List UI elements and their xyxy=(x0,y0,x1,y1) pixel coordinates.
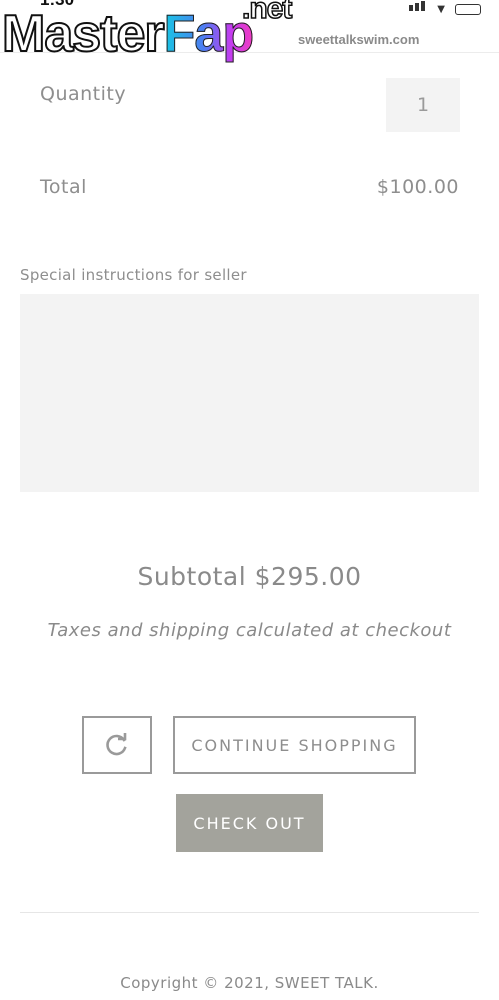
total-label: Total xyxy=(40,176,87,198)
tax-note: Taxes and shipping calculated at checkou… xyxy=(47,620,452,641)
copyright-text: Copyright © 2021, SWEET TALK. xyxy=(120,974,379,992)
wifi-icon: ▼ xyxy=(437,4,445,15)
url-text[interactable]: sweettalkswim.com xyxy=(298,32,419,47)
watermark-net: .net xyxy=(241,0,293,26)
watermark-text: MasterFap xyxy=(1,4,255,64)
watermark-logo: MasterFap .net xyxy=(0,0,300,80)
battery-icon xyxy=(455,4,481,15)
quantity-input[interactable]: 1 xyxy=(386,78,460,132)
instructions-textarea[interactable] xyxy=(20,294,479,492)
footer-divider xyxy=(20,912,479,913)
subtotal-text: Subtotal $295.00 xyxy=(137,562,362,591)
signal-icon xyxy=(409,0,427,15)
quantity-label: Quantity xyxy=(40,83,127,105)
instructions-label: Special instructions for seller xyxy=(20,266,247,284)
refresh-icon xyxy=(106,733,127,756)
checkout-button[interactable]: CHECK OUT xyxy=(176,794,323,852)
continue-shopping-button[interactable]: CONTINUE SHOPPING xyxy=(173,716,416,774)
status-icons: ▼ xyxy=(409,0,481,15)
total-value: $100.00 xyxy=(376,176,459,198)
update-cart-button[interactable] xyxy=(82,716,152,774)
